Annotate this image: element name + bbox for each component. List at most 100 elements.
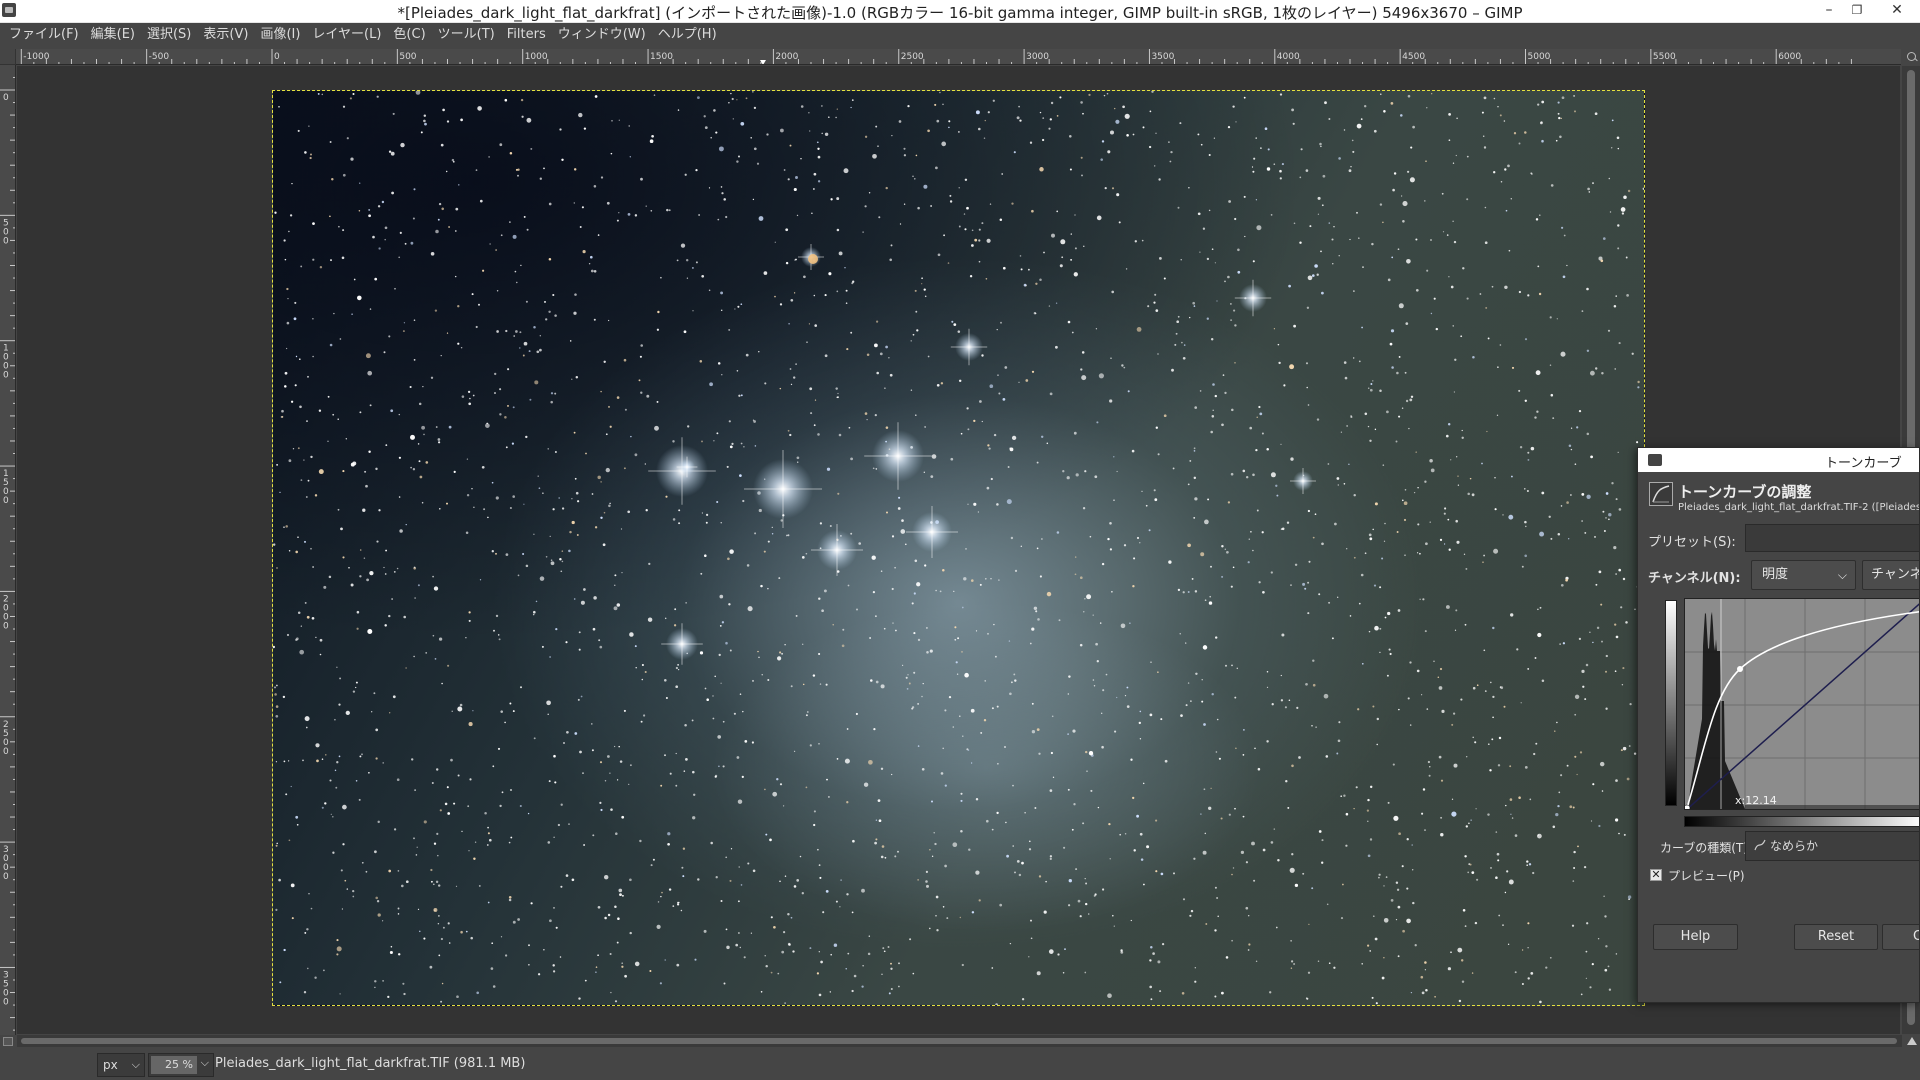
ok-button[interactable]: O (1882, 924, 1919, 950)
star (1406, 258, 1411, 264)
preview-label[interactable]: プレビュー(P) (1668, 867, 1745, 884)
menu-layer[interactable]: レイヤー(L) (306, 23, 387, 47)
menu-filters[interactable]: Filters (501, 23, 552, 47)
zoom-follow-icon[interactable] (1904, 49, 1920, 65)
curves-icon (1649, 482, 1673, 506)
star (397, 913, 400, 915)
quick-mask-toggle[interactable] (3, 1037, 13, 1046)
preview-checkbox[interactable]: ✕ (1650, 869, 1662, 881)
channel-reset-button[interactable]: チャンネ (1862, 560, 1919, 590)
star (875, 819, 878, 821)
star (1361, 963, 1363, 965)
menu-file[interactable]: ファイル(F) (3, 23, 85, 47)
star (737, 799, 743, 804)
star (425, 461, 429, 464)
star (1040, 435, 1044, 439)
star (288, 459, 292, 463)
menu-tools[interactable]: ツール(T) (432, 23, 501, 47)
star (1012, 784, 1014, 787)
horizontal-ruler[interactable]: -1000 -500 0 500 1000 1500 2000 2500 3000 3500 400… (16, 49, 1901, 65)
reset-button[interactable]: Reset (1794, 924, 1878, 950)
star (1108, 822, 1111, 826)
star (1153, 165, 1156, 167)
star (1342, 883, 1344, 886)
star (817, 147, 820, 150)
dialog-title-bar[interactable]: トーンカーブ (1638, 448, 1919, 472)
star (720, 309, 723, 312)
star (1058, 619, 1061, 622)
star (368, 450, 371, 453)
star (1200, 813, 1202, 815)
star (1592, 182, 1594, 185)
star (1613, 305, 1617, 308)
star (1071, 331, 1074, 334)
star (451, 158, 455, 162)
star (734, 308, 736, 310)
menu-edit[interactable]: 編集(E) (85, 23, 141, 47)
star (868, 935, 871, 937)
star (286, 321, 290, 325)
star (297, 129, 300, 132)
star (563, 742, 565, 744)
star (894, 566, 896, 569)
star (1552, 417, 1555, 420)
zoom-select[interactable]: 25 % ⌵ (148, 1053, 214, 1077)
curve-control-point[interactable] (1737, 666, 1743, 672)
star (842, 628, 845, 631)
star (283, 239, 286, 242)
star (565, 874, 569, 877)
menu-image[interactable]: 画像(I) (254, 23, 306, 47)
star (867, 952, 871, 956)
star (1141, 490, 1143, 493)
unit-select[interactable]: px ⌵ (97, 1053, 145, 1077)
star (438, 202, 442, 206)
menu-windows[interactable]: ウィンドウ(W) (552, 23, 652, 47)
preset-combo[interactable] (1745, 524, 1919, 552)
curve-control-point[interactable] (1685, 804, 1691, 810)
menu-help[interactable]: ヘルプ(H) (652, 23, 723, 47)
star (740, 121, 745, 126)
star (1273, 163, 1276, 165)
star (615, 832, 618, 835)
star (675, 685, 679, 689)
close-button[interactable]: ✕ (1874, 0, 1920, 22)
menu-view[interactable]: 表示(V) (197, 23, 254, 47)
star (1056, 531, 1060, 534)
star (635, 666, 637, 669)
star (552, 970, 556, 973)
horizontal-scrollbar[interactable] (17, 1035, 1902, 1047)
star (678, 509, 681, 512)
channel-select[interactable]: 明度 ⌵ (1751, 560, 1856, 590)
star (440, 354, 442, 357)
star (1118, 221, 1121, 224)
star (1130, 919, 1132, 922)
menu-select[interactable]: 選択(S) (141, 23, 197, 47)
ruler-corner-menu-button[interactable] (0, 49, 16, 65)
star (809, 130, 811, 132)
star (1437, 676, 1440, 679)
zoom-value[interactable]: 25 % (151, 1056, 197, 1074)
star (1290, 457, 1294, 461)
star (1291, 764, 1294, 768)
star (1224, 280, 1226, 283)
star (760, 584, 763, 588)
curve-graph[interactable]: x:12.14 (1684, 598, 1919, 810)
horizontal-scrollbar-thumb[interactable] (21, 1038, 1897, 1044)
star (1316, 418, 1320, 421)
menu-colors[interactable]: 色(C) (387, 23, 431, 47)
star (753, 106, 757, 110)
curve-type-select[interactable]: なめらか (1745, 831, 1919, 861)
star (583, 588, 586, 591)
star (1468, 822, 1470, 825)
star (810, 412, 813, 415)
star (559, 956, 562, 958)
image-canvas[interactable] (17, 66, 1900, 1034)
star (970, 762, 973, 764)
help-button[interactable]: Help (1653, 924, 1738, 950)
vertical-ruler[interactable]: 0500100015002000250030003500 (0, 65, 16, 1035)
star (1387, 801, 1390, 804)
star (1230, 585, 1233, 588)
star (1218, 757, 1221, 760)
star (382, 979, 385, 982)
navigate-icon[interactable] (1902, 1035, 1920, 1048)
